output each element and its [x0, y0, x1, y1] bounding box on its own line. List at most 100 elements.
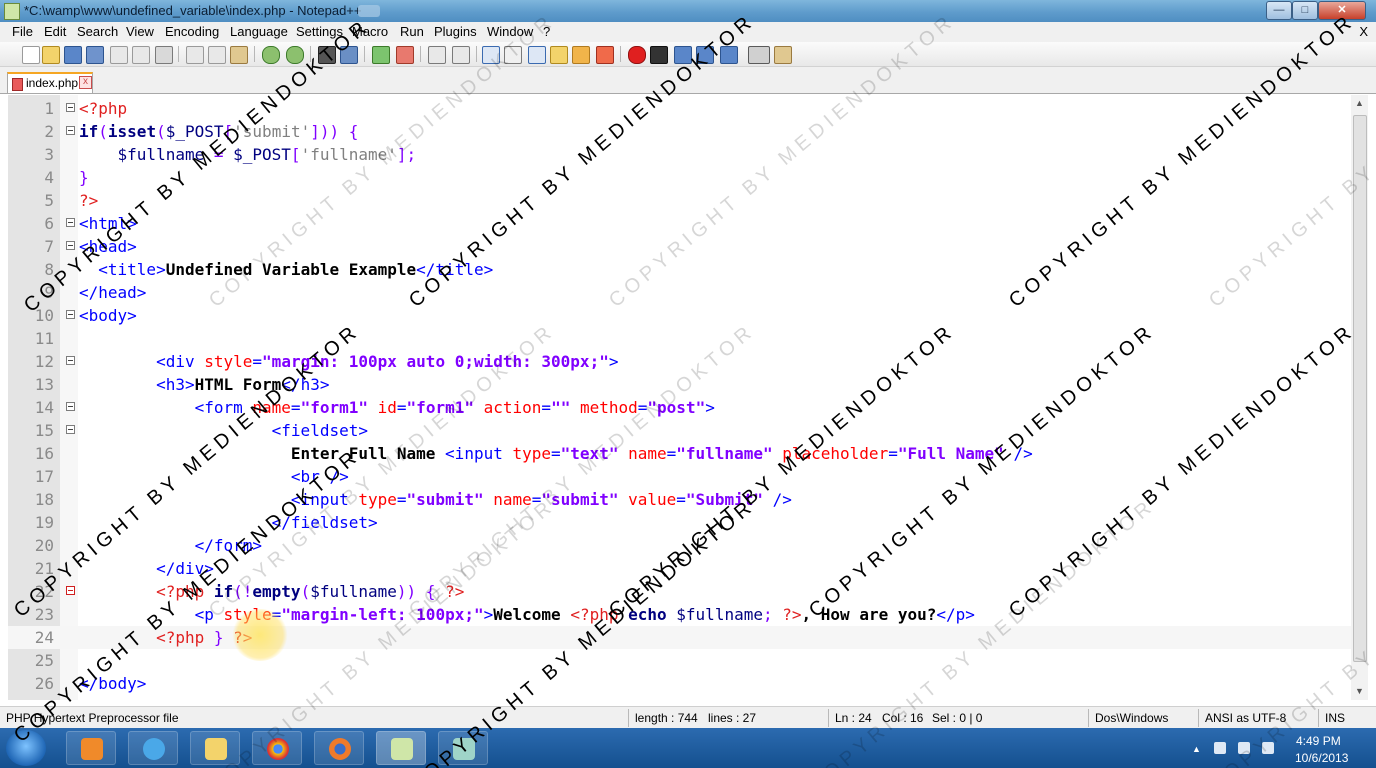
- cut-icon[interactable]: [186, 46, 204, 64]
- menu-language[interactable]: Language: [230, 24, 288, 39]
- tray-device-icon[interactable]: [1214, 742, 1226, 754]
- code-line[interactable]: 24 <?php } ?>: [8, 626, 1351, 649]
- record-macro-icon[interactable]: [628, 46, 646, 64]
- save-icon[interactable]: [64, 46, 82, 64]
- code-line[interactable]: 9 </head>: [8, 281, 1351, 304]
- menu-file[interactable]: File: [12, 24, 33, 39]
- fold-toggle-icon[interactable]: [66, 356, 75, 365]
- menu-search[interactable]: Search: [77, 24, 118, 39]
- menu-run[interactable]: Run: [400, 24, 424, 39]
- tray-expand-icon[interactable]: ▲: [1192, 744, 1201, 754]
- zoom-in-icon[interactable]: [372, 46, 390, 64]
- find-icon[interactable]: [318, 46, 336, 64]
- minimize-button[interactable]: —: [1266, 1, 1292, 20]
- scroll-up-arrow-icon[interactable]: ▲: [1351, 95, 1368, 112]
- menu-help[interactable]: ?: [543, 24, 550, 39]
- code-line[interactable]: 23 <p style="margin-left: 100px;">Welcom…: [8, 603, 1351, 626]
- fold-toggle-icon[interactable]: [66, 310, 75, 319]
- word-wrap-icon[interactable]: [482, 46, 500, 64]
- menu-window[interactable]: Window: [487, 24, 533, 39]
- clock-date[interactable]: 10/6/2013: [1295, 751, 1348, 765]
- sync-vertical-icon[interactable]: [428, 46, 446, 64]
- maximize-button[interactable]: □: [1292, 1, 1318, 20]
- run-macro-multiple-icon[interactable]: [696, 46, 714, 64]
- sync-horizontal-icon[interactable]: [452, 46, 470, 64]
- code-line[interactable]: 22 <?php if(!empty($fullname)) { ?>: [8, 580, 1351, 603]
- menu-plugins[interactable]: Plugins: [434, 24, 477, 39]
- menu-edit[interactable]: Edit: [44, 24, 66, 39]
- menu-view[interactable]: View: [126, 24, 154, 39]
- menu-settings[interactable]: Settings: [296, 24, 343, 39]
- close-all-icon[interactable]: [132, 46, 150, 64]
- taskbar-chrome[interactable]: [252, 731, 302, 765]
- replace-icon[interactable]: [340, 46, 358, 64]
- code-line[interactable]: 7 <head>: [8, 235, 1351, 258]
- show-all-characters-icon[interactable]: [504, 46, 522, 64]
- tab-close-icon[interactable]: x: [79, 76, 92, 89]
- redo-icon[interactable]: [286, 46, 304, 64]
- code-line[interactable]: 18 <input type="submit" name="submit" va…: [8, 488, 1351, 511]
- undo-icon[interactable]: [262, 46, 280, 64]
- taskbar-media-player[interactable]: [66, 731, 116, 765]
- taskbar-app[interactable]: [438, 731, 488, 765]
- plugin-icon[interactable]: [774, 46, 792, 64]
- menu-encoding[interactable]: Encoding: [165, 24, 219, 39]
- vertical-scrollbar[interactable]: ▲ ▼: [1351, 95, 1368, 700]
- close-file-icon[interactable]: [110, 46, 128, 64]
- fold-toggle-icon[interactable]: [66, 126, 75, 135]
- code-line[interactable]: 12 <div style="margin: 100px auto 0;widt…: [8, 350, 1351, 373]
- stop-macro-icon[interactable]: [650, 46, 668, 64]
- ds-plugin-icon[interactable]: [748, 46, 770, 64]
- open-file-icon[interactable]: [42, 46, 60, 64]
- code-line[interactable]: 16 Enter Full Name <input type="text" na…: [8, 442, 1351, 465]
- code-line[interactable]: 26 </body>: [8, 672, 1351, 695]
- function-list-icon[interactable]: [596, 46, 614, 64]
- code-line[interactable]: 13 <h3>HTML Form</h3>: [8, 373, 1351, 396]
- play-macro-icon[interactable]: [674, 46, 692, 64]
- code-line[interactable]: 11: [8, 327, 1351, 350]
- scrollbar-thumb[interactable]: [1353, 115, 1367, 662]
- code-line[interactable]: 2 if(isset($_POST['submit'])) {: [8, 120, 1351, 143]
- fold-toggle-icon[interactable]: [66, 425, 75, 434]
- code-line[interactable]: 10 <body>: [8, 304, 1351, 327]
- tray-network-icon[interactable]: [1238, 742, 1250, 754]
- code-line[interactable]: 25: [8, 649, 1351, 672]
- new-file-icon[interactable]: [22, 46, 40, 64]
- code-line[interactable]: 1 <?php: [8, 97, 1351, 120]
- close-document-button[interactable]: X: [1359, 24, 1368, 39]
- save-macro-icon[interactable]: [720, 46, 738, 64]
- save-all-icon[interactable]: [86, 46, 104, 64]
- code-line[interactable]: 15 <fieldset>: [8, 419, 1351, 442]
- code-line[interactable]: 5 ?>: [8, 189, 1351, 212]
- taskbar-explorer[interactable]: [190, 731, 240, 765]
- menu-macro[interactable]: Macro: [352, 24, 388, 39]
- tray-volume-icon[interactable]: [1262, 742, 1274, 754]
- code-line[interactable]: 20 </form>: [8, 534, 1351, 557]
- fold-toggle-icon[interactable]: [66, 103, 75, 112]
- fold-toggle-icon[interactable]: [66, 241, 75, 250]
- indent-guide-icon[interactable]: [528, 46, 546, 64]
- code-line[interactable]: 19 </fieldset>: [8, 511, 1351, 534]
- zoom-out-icon[interactable]: [396, 46, 414, 64]
- document-map-icon[interactable]: [572, 46, 590, 64]
- code-line[interactable]: 14 <form name="form1" id="form1" action=…: [8, 396, 1351, 419]
- fold-toggle-icon[interactable]: [66, 218, 75, 227]
- fold-toggle-icon[interactable]: [66, 586, 75, 595]
- language-folder-icon[interactable]: [550, 46, 568, 64]
- scroll-down-arrow-icon[interactable]: ▼: [1351, 683, 1368, 700]
- code-line[interactable]: 17 <br />: [8, 465, 1351, 488]
- taskbar-notepadpp[interactable]: [376, 731, 426, 765]
- clock-time[interactable]: 4:49 PM: [1296, 734, 1341, 748]
- taskbar-internet-explorer[interactable]: [128, 731, 178, 765]
- code-line[interactable]: 6 <html>: [8, 212, 1351, 235]
- fold-toggle-icon[interactable]: [66, 402, 75, 411]
- code-line[interactable]: 3 $fullname = $_POST['fullname'];: [8, 143, 1351, 166]
- copy-icon[interactable]: [208, 46, 226, 64]
- code-line[interactable]: 21 </div>: [8, 557, 1351, 580]
- tab-index-php[interactable]: index.php x: [7, 72, 93, 93]
- close-window-button[interactable]: ✕: [1318, 1, 1366, 20]
- taskbar-firefox[interactable]: [314, 731, 364, 765]
- start-button-icon[interactable]: [6, 730, 46, 766]
- code-editor[interactable]: 1 <?php 2 if(isset($_POST['submit'])) {3 $f…: [8, 95, 1351, 700]
- code-line[interactable]: 8 <title>Undefined Variable Example</tit…: [8, 258, 1351, 281]
